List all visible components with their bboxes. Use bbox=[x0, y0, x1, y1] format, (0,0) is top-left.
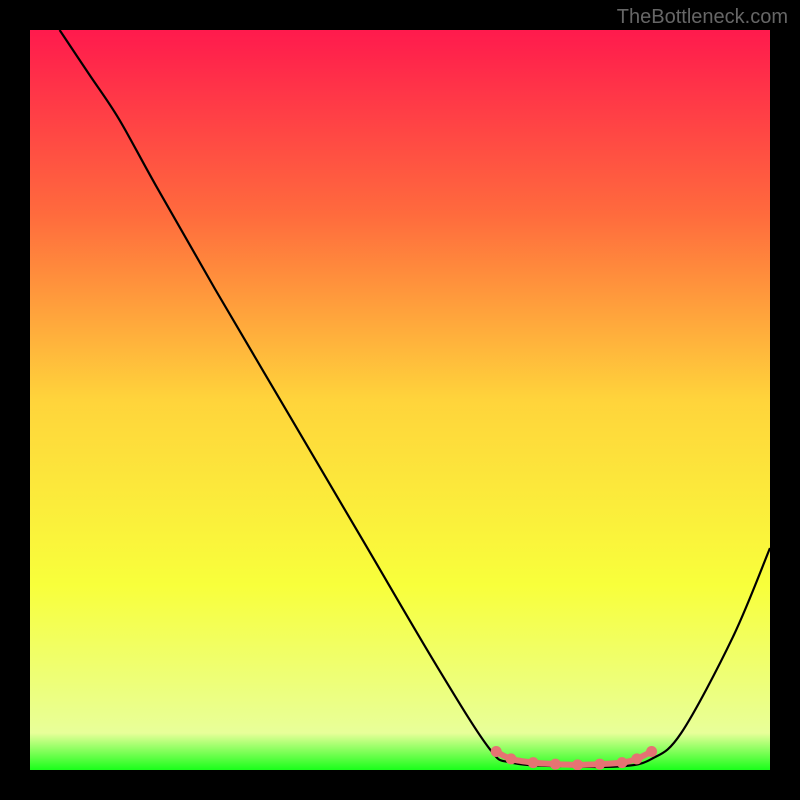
watermark-text: TheBottleneck.com bbox=[617, 6, 788, 29]
chart-container bbox=[30, 30, 770, 770]
chart-svg bbox=[30, 30, 770, 770]
chart-background bbox=[30, 30, 770, 770]
